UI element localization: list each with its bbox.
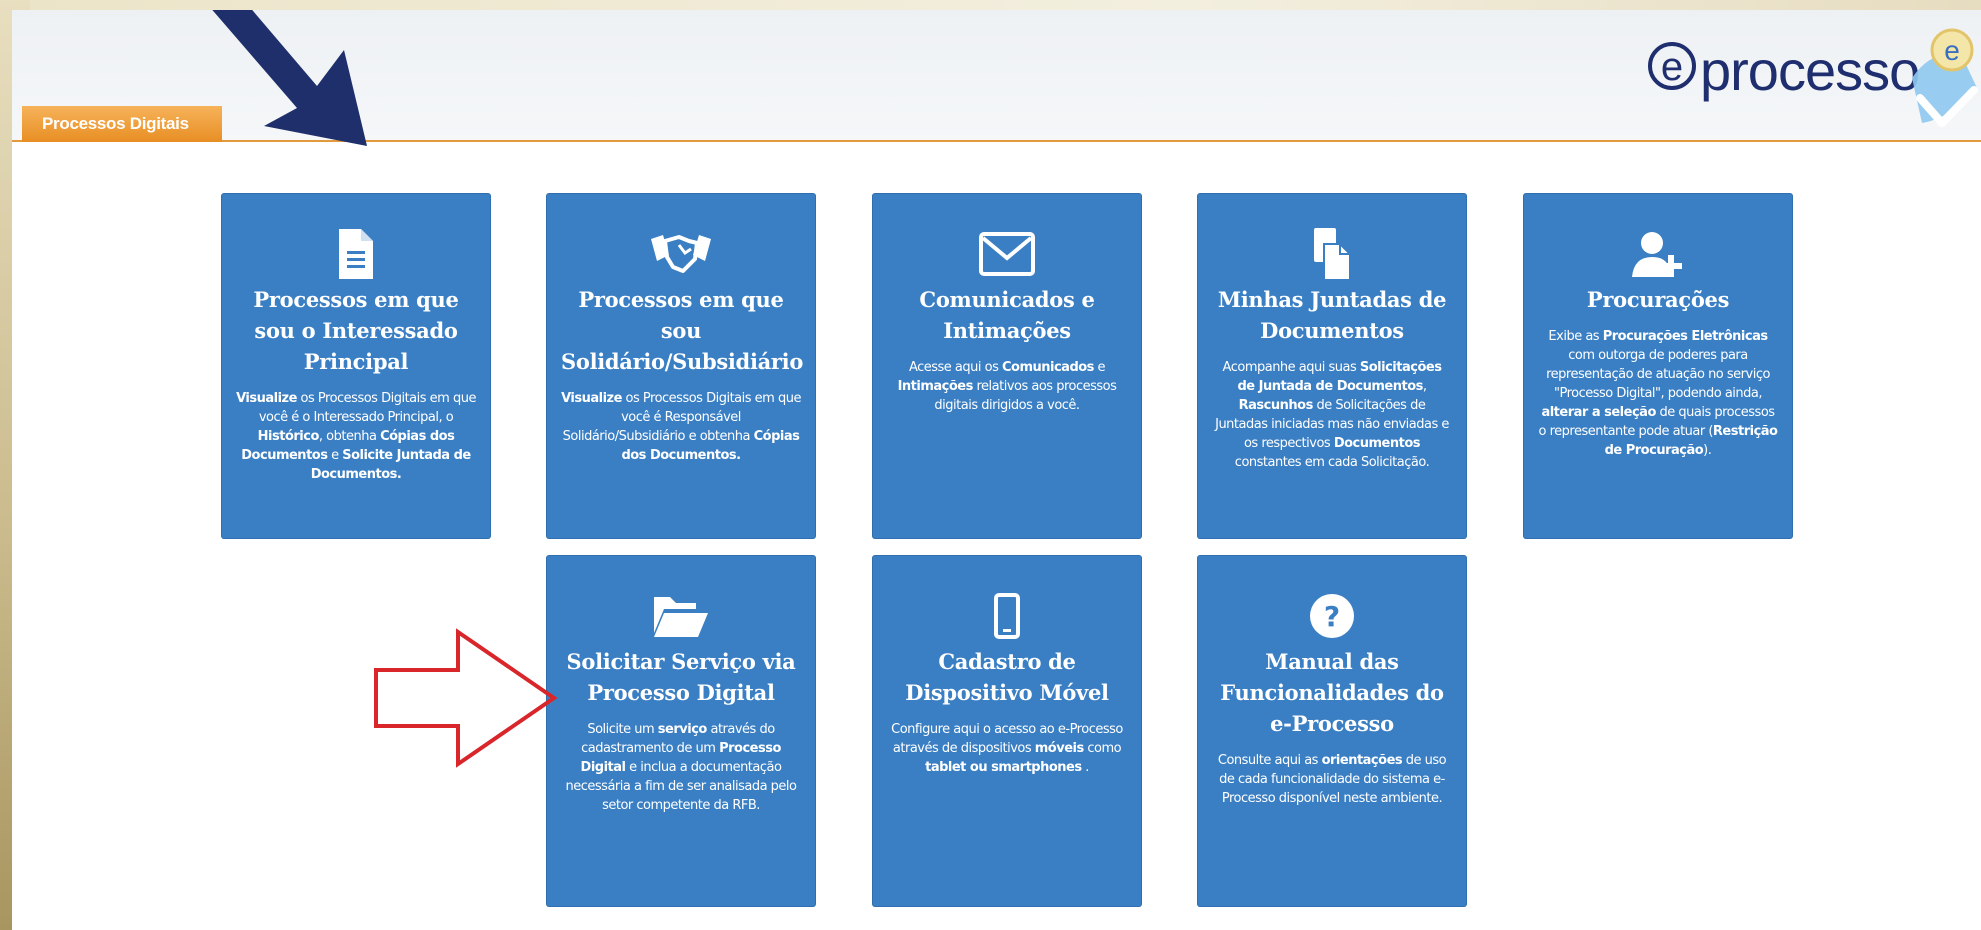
card-minhas-juntadas[interactable]: Minhas Juntadas de Documentos Acompanhe …: [1198, 194, 1466, 538]
card-description-text: Visualize: [236, 391, 297, 406]
card-description: Configure aqui o acesso ao e-Processo at…: [887, 720, 1127, 777]
card-description-text: Documentos: [1333, 436, 1421, 451]
card-comunicados-intimacoes[interactable]: Comunicados e Intimações Acesse aqui os …: [873, 194, 1141, 538]
card-title: Manual das Funcionalidades do e-Processo: [1220, 649, 1444, 736]
red-arrow-annotation: [374, 628, 558, 768]
card-description-text: , obtenha: [318, 429, 381, 444]
card-description-text: Comunicados: [1001, 360, 1094, 375]
card-description-text: alterar a seleção: [1541, 405, 1656, 420]
card-description: Solicite um serviço através do cadastram…: [561, 720, 801, 815]
card-title: Cadastro de Dispositivo Móvel: [905, 649, 1109, 705]
card-description-text: e: [1093, 360, 1106, 375]
card-title: Processos em que sou o Interessado Princ…: [253, 287, 459, 374]
svg-text:e: e: [1661, 45, 1683, 89]
card-procuracoes[interactable]: Procurações Exibe as Procurações Eletrôn…: [1524, 194, 1792, 538]
card-title: Processos em que sou Solidário/Subsidiár…: [561, 287, 804, 374]
card-description: Acompanhe aqui suas Solicitações de Junt…: [1212, 358, 1452, 472]
card-description-text: Visualize: [561, 391, 622, 406]
card-description: Acesse aqui os Comunicados e Intimações …: [887, 358, 1127, 415]
card-description: Exibe as Procurações Eletrônicas com out…: [1538, 327, 1778, 460]
blue-arrow-annotation: [212, 10, 367, 146]
svg-text:?: ?: [1324, 600, 1340, 633]
card-description-text: Histórico: [257, 429, 320, 444]
card-description-text: ,: [1422, 379, 1427, 394]
card-solicitar-servico[interactable]: Solicitar Serviço via Processo Digital S…: [547, 556, 815, 906]
card-solidario-subsidiario[interactable]: Processos em que sou Solidário/Subsidiár…: [547, 194, 815, 538]
mobile-phone-icon: [887, 588, 1127, 644]
documents-icon: [1212, 226, 1452, 282]
user-add-icon: [1538, 226, 1778, 282]
handshake-icon: [561, 226, 801, 282]
card-title: Comunicados e Intimações: [919, 287, 1095, 343]
card-manual-funcionalidades[interactable]: ? Manual das Funcionalidades do e-Proces…: [1198, 556, 1466, 906]
card-description-text: Acesse aqui os: [908, 360, 1002, 375]
tab-processos-digitais[interactable]: Processos Digitais: [22, 106, 222, 142]
card-description-text: com outorga de poderes para representaçã…: [1546, 348, 1770, 401]
card-description-text: serviço: [657, 722, 708, 737]
app-window: Processos Digitais e processo e Processo…: [12, 10, 1981, 930]
card-description: Visualize os Processos Digitais em que v…: [561, 389, 801, 465]
card-description-text: Procurações Eletrônicas: [1602, 329, 1768, 344]
svg-text:processo: processo: [1700, 39, 1919, 102]
card-title: Procurações: [1586, 287, 1730, 312]
envelope-icon: [887, 226, 1127, 282]
card-cadastro-dispositivo[interactable]: Cadastro de Dispositivo Móvel Configure …: [873, 556, 1141, 906]
card-description-text: Solicite um: [587, 722, 658, 737]
card-description-text: Consulte aqui as: [1217, 753, 1322, 768]
card-description-text: móveis: [1034, 741, 1084, 756]
eprocesso-logo: e processo e: [1632, 28, 1981, 143]
card-interessado-principal[interactable]: Processos em que sou o Interessado Princ…: [222, 194, 490, 538]
card-description-text: Rascunhos: [1238, 398, 1314, 413]
card-description-text: Acompanhe aqui suas: [1222, 360, 1360, 375]
document-icon: [236, 226, 476, 282]
card-title: Minhas Juntadas de Documentos: [1217, 287, 1447, 343]
question-circle-icon: ?: [1212, 588, 1452, 644]
card-description: Consulte aqui as orientações de uso de c…: [1212, 751, 1452, 808]
card-description-text: constantes em cada Solicitação.: [1234, 455, 1430, 470]
card-description: Visualize os Processos Digitais em que v…: [236, 389, 476, 484]
card-description-text: Intimações: [897, 379, 974, 394]
svg-text:e: e: [1944, 35, 1960, 66]
card-description-text: Exibe as: [1548, 329, 1603, 344]
card-title: Solicitar Serviço via Processo Digital: [566, 649, 796, 705]
card-description-text: tablet ou smartphones: [925, 760, 1082, 775]
folder-open-icon: [561, 588, 801, 644]
card-description-text: como: [1083, 741, 1122, 756]
card-description-text: orientações: [1321, 753, 1403, 768]
card-description-text: .: [1081, 760, 1089, 775]
card-description-text: e: [327, 448, 343, 463]
card-description-text: ).: [1703, 443, 1712, 458]
eprocesso-logo-graphic: e processo e: [1648, 28, 1978, 127]
